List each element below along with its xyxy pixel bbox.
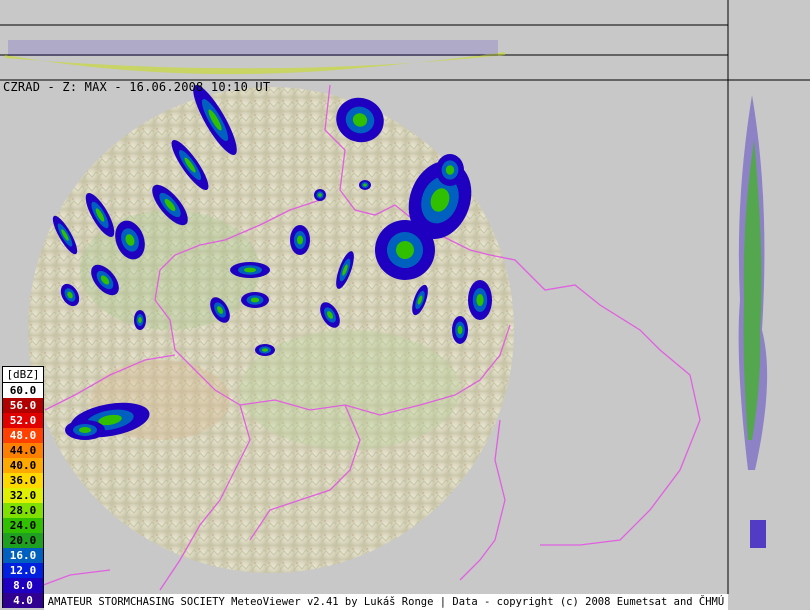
meteoviewer-window: CZRAD - Z: MAX - 16.06.2008 10:10 UT [dB… [0,0,810,610]
echo-cell-peak [445,165,455,175]
top-profile [5,40,505,75]
legend-entry: 32.0 [2,488,44,503]
echo-cell-peak [79,427,91,433]
legend-entry: 16.0 [2,548,44,563]
legend-entry: 48.0 [2,428,44,443]
legend-entry: 44.0 [2,443,44,458]
legend-entry: 4.0 [2,593,44,608]
echo-cell-peak [138,317,142,323]
legend-entry: 24.0 [2,518,44,533]
legend-rows: 60.0 56.0 52.0 48.0 44.0 40.0 36.0 32.0 28.0 24.0… [2,383,44,608]
radar-product-title: CZRAD - Z: MAX - 16.06.2008 10:10 UT [3,80,271,94]
legend-entry: 40.0 [2,458,44,473]
legend-unit: [dBZ] [2,366,44,383]
legend-entry: 8.0 [2,578,44,593]
legend-entry: 56.0 [2,398,44,413]
echo-cell-peak [476,294,484,306]
dbz-legend: [dBZ] 60.0 56.0 52.0 48.0 44.0 40.0 36.0 32.0 28… [2,366,44,608]
echo-cell-peak [297,235,303,245]
footer-credits: AMATEUR STORMCHASING SOCIETY MeteoViewer… [44,594,728,610]
right-profile [738,95,768,548]
echo-cell-peak [318,193,322,197]
echo-cell-peak [244,267,256,273]
legend-entry: 20.0 [2,533,44,548]
legend-entry: 52.0 [2,413,44,428]
legend-entry: 12.0 [2,563,44,578]
echo-cell-peak [363,183,367,187]
legend-entry: 28.0 [2,503,44,518]
echo-cell-peak [250,297,260,303]
legend-entry: 60.0 [2,383,44,398]
echo-cell-peak [262,348,268,352]
legend-entry: 36.0 [2,473,44,488]
echo-cell-peak [457,325,463,335]
